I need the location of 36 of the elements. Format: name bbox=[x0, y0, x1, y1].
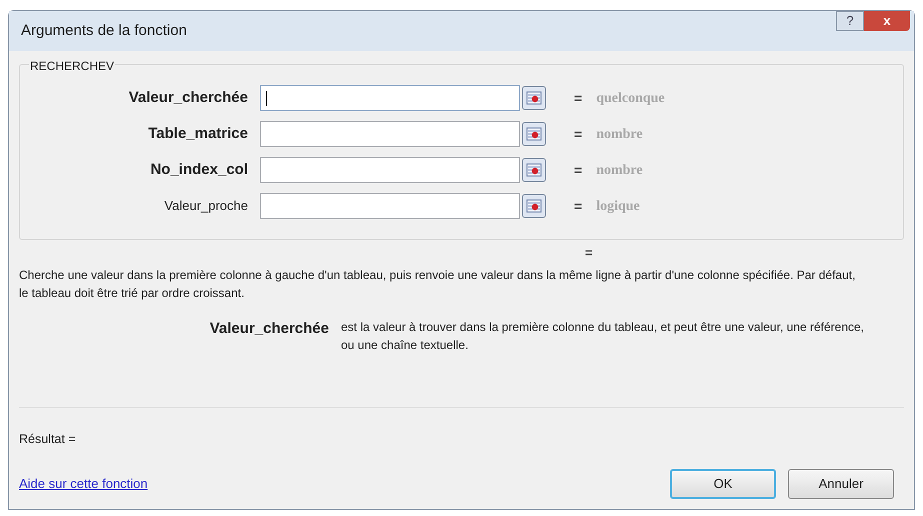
argument-label: Valeur_proche bbox=[163, 197, 249, 216]
cancel-button[interactable]: Annuler bbox=[788, 469, 894, 499]
collapse-dialog-button[interactable] bbox=[522, 122, 546, 146]
argument-label: No_index_col bbox=[149, 160, 249, 180]
argument-type: logique bbox=[596, 198, 640, 216]
argument-input[interactable] bbox=[260, 121, 520, 147]
range-select-icon bbox=[526, 91, 542, 105]
range-select-icon bbox=[526, 163, 542, 177]
argument-label: Valeur_cherchée bbox=[128, 88, 249, 108]
equals-sign: = bbox=[574, 160, 582, 180]
argument-help-name: Valeur_cherchée bbox=[208, 319, 330, 339]
help-button[interactable]: ? bbox=[836, 11, 864, 31]
collapse-dialog-button[interactable] bbox=[522, 158, 546, 182]
text-cursor bbox=[266, 90, 267, 106]
help-link[interactable]: Aide sur cette fonction bbox=[19, 474, 148, 494]
ok-button[interactable]: OK bbox=[670, 469, 776, 499]
equals-sign: = bbox=[574, 88, 582, 108]
formula-result: = bbox=[585, 244, 593, 262]
argument-type: nombre bbox=[596, 162, 643, 180]
argument-type: quelconque bbox=[596, 90, 665, 108]
equals-sign: = bbox=[574, 124, 582, 144]
collapse-dialog-button[interactable] bbox=[522, 194, 546, 218]
argument-input[interactable] bbox=[260, 157, 520, 183]
close-button[interactable]: x bbox=[864, 11, 910, 31]
argument-label: Table_matrice bbox=[147, 124, 249, 144]
argument-type: nombre bbox=[596, 126, 643, 144]
equals-sign: = bbox=[574, 196, 582, 216]
range-select-icon bbox=[526, 199, 542, 213]
collapse-dialog-button[interactable] bbox=[522, 86, 546, 110]
range-select-icon bbox=[526, 127, 542, 141]
window-title: Arguments de la fonction bbox=[21, 20, 187, 41]
argument-input[interactable] bbox=[260, 193, 520, 219]
argument-help-text: est la valeur à trouver dans la première colonne du tableau, et peut être une valeur, une référence, ou une chaîne textuelle. bbox=[341, 319, 865, 354]
result-label: Résultat = bbox=[19, 431, 77, 448]
argument-input[interactable] bbox=[260, 85, 520, 111]
function-description: Cherche une valeur dans la première colonne à gauche d'un tableau, puis renvoie une valeur dans la même ligne à partir d'une colonne spécifiée. Par défaut, le tableau doit être trié par ordre croissant. bbox=[19, 267, 856, 302]
